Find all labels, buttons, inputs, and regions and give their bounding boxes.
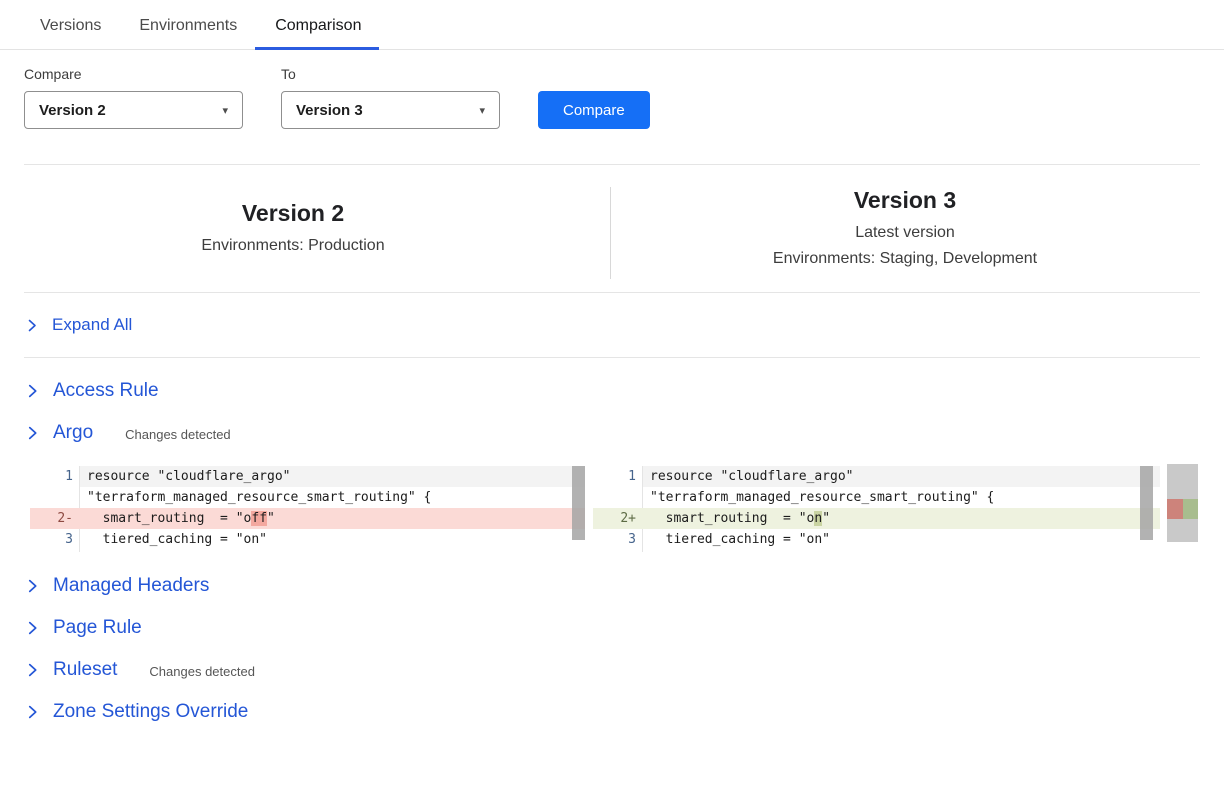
divider [24, 357, 1200, 358]
version-left-header: Version 2 Environments: Production [0, 200, 586, 258]
scrollbar-thumb[interactable] [1140, 466, 1153, 540]
scrollbar-thumb[interactable] [572, 466, 585, 540]
diff-left-panel: 1 resource "cloudflare_argo" "terraform_… [30, 464, 585, 552]
chevron-right-icon [26, 384, 40, 398]
chevron-right-icon [26, 705, 40, 719]
tab-environments[interactable]: Environments [139, 0, 237, 49]
argo-diff: 1 resource "cloudflare_argo" "terraform_… [30, 464, 1224, 552]
line-number: 3 [30, 529, 80, 550]
version-headers: Version 2 Environments: Production Versi… [0, 165, 1224, 292]
chevron-down-icon: ▾ [222, 104, 228, 117]
chevron-right-icon [26, 621, 40, 635]
section-label: Zone Settings Override [53, 701, 248, 723]
compare-field-label: Compare [24, 66, 243, 82]
diff-right-panel: 1 resource "cloudflare_argo" "terraform_… [593, 464, 1160, 552]
chevron-right-icon [26, 663, 40, 677]
code-line: "terraform_managed_resource_smart_routin… [30, 487, 585, 508]
chevron-down-icon: ▾ [479, 104, 485, 117]
ruler-removed-mark [1167, 499, 1183, 519]
code-line: 1 resource "cloudflare_argo" [30, 466, 585, 487]
tab-versions[interactable]: Versions [40, 0, 101, 49]
to-version-value: Version 3 [296, 102, 363, 119]
changes-badge: Changes detected [149, 661, 255, 679]
section-managed-headers[interactable]: Managed Headers [24, 565, 1200, 607]
ruler-added-mark [1183, 499, 1198, 519]
code-line-added: 2+ smart_routing = "on" [593, 508, 1160, 529]
section-page-rule[interactable]: Page Rule [24, 607, 1200, 649]
version-left-environments: Environments: Production [0, 234, 586, 258]
compare-version-select[interactable]: Version 2 ▾ [24, 91, 243, 129]
expand-all-toggle[interactable]: Expand All [24, 293, 1200, 357]
to-field: To Version 3 ▾ [281, 66, 500, 129]
code-line: 3 tiered_caching = "on" [30, 529, 585, 550]
compare-form: Compare Version 2 ▾ To Version 3 ▾ Compa… [0, 50, 1224, 129]
compare-version-value: Version 2 [39, 102, 106, 119]
line-number: 3 [593, 529, 643, 550]
section-access-rule[interactable]: Access Rule [24, 370, 1200, 412]
line-number: 2- [30, 508, 80, 529]
code-line: } [30, 550, 585, 552]
code-line: } [593, 550, 1160, 552]
to-version-select[interactable]: Version 3 ▾ [281, 91, 500, 129]
vertical-divider [610, 187, 611, 279]
to-field-label: To [281, 66, 500, 82]
changes-badge: Changes detected [125, 424, 231, 442]
section-label: Page Rule [53, 617, 142, 639]
chevron-right-icon [26, 319, 39, 332]
tab-bar: Versions Environments Comparison [0, 0, 1224, 50]
code-line: 1 resource "cloudflare_argo" [593, 466, 1160, 487]
version-right-environments: Environments: Staging, Development [586, 247, 1224, 271]
tab-comparison[interactable]: Comparison [275, 0, 361, 49]
code-line-removed: 2- smart_routing = "off" [30, 508, 585, 529]
diff-overview-ruler [1167, 464, 1198, 542]
line-number: 1 [30, 466, 80, 487]
code-line: 3 tiered_caching = "on" [593, 529, 1160, 550]
code-line: "terraform_managed_resource_smart_routin… [593, 487, 1160, 508]
section-label: Ruleset [53, 659, 117, 681]
removed-char-highlight: ff [251, 511, 267, 526]
expand-all-label: Expand All [52, 315, 132, 335]
chevron-right-icon [26, 579, 40, 593]
version-right-title: Version 3 [586, 187, 1224, 214]
section-label: Argo [53, 422, 93, 444]
section-label: Access Rule [53, 380, 159, 402]
line-number: 2+ [593, 508, 643, 529]
section-label: Managed Headers [53, 575, 209, 597]
section-zone-settings-override[interactable]: Zone Settings Override [24, 691, 1200, 733]
chevron-right-icon [26, 426, 40, 440]
compare-button[interactable]: Compare [538, 91, 650, 129]
section-argo[interactable]: Argo Changes detected [24, 412, 1200, 454]
version-left-title: Version 2 [0, 200, 586, 227]
compare-field: Compare Version 2 ▾ [24, 66, 243, 129]
version-right-latest-label: Latest version [586, 221, 1224, 245]
version-right-header: Version 3 Latest version Environments: S… [586, 187, 1224, 271]
section-ruleset[interactable]: Ruleset Changes detected [24, 649, 1200, 691]
line-number: 1 [593, 466, 643, 487]
section-list: Access Rule Argo Changes detected 1 reso… [0, 370, 1224, 733]
